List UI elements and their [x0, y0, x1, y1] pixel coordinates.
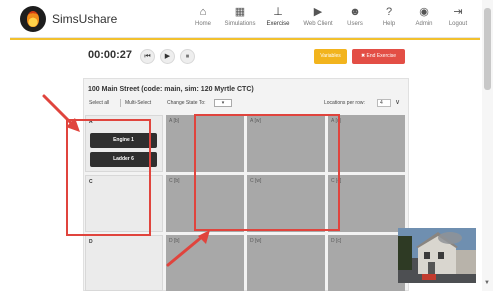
video-thumbnail[interactable]: [398, 228, 476, 283]
scroll-down-icon[interactable]: ▼: [484, 280, 490, 286]
house-photo-icon: [398, 228, 476, 283]
annotation-arrow-bottom: [166, 234, 205, 267]
annotation-arrow-left: [42, 94, 75, 127]
app-window: SimsUshare ⌂ Home ▦ Simulations ⊥ Exerci…: [0, 0, 493, 291]
arrow-head-icon: [198, 230, 210, 244]
scrollbar-thumb[interactable]: [484, 8, 491, 90]
